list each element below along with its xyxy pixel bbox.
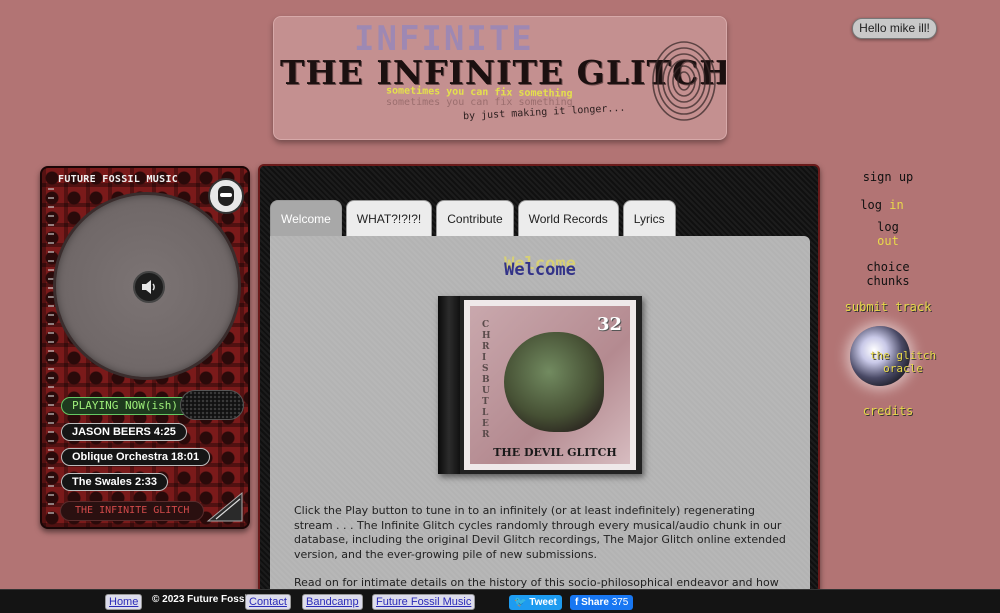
facebook-share-button[interactable]: f Share 375 [570,595,634,610]
player-footer-tag: THE INFINITE GLITCH [60,501,205,521]
tab-lyrics[interactable]: Lyrics [622,200,676,236]
submit-track-link[interactable]: submit track [836,300,940,314]
queue-track[interactable]: JASON BEERS 4:25 [61,423,187,441]
avatar-icon [208,178,244,214]
player-rail [48,188,54,518]
choice-chunks-link[interactable]: choice chunks [836,260,940,288]
tab-what[interactable]: WHAT?!?!?! [345,200,433,236]
footer-bandcamp-link[interactable]: Bandcamp [302,594,363,610]
log-in-word-1: log [860,198,882,212]
glitch-oracle-link[interactable]: the glitch oracle [868,349,938,375]
now-playing-label: PLAYING NOW(ish): [61,397,196,415]
choice-chunks-word-1: choice [866,260,910,274]
footer-bar: Home © 2023 Future Fossil Contact Bandca… [0,589,1000,613]
speaker-grille [180,390,244,420]
player-disc [53,192,241,380]
intro-paragraph: Click the Play button to tune in to an i… [294,504,786,561]
music-player: FUTURE FOSSIL MUSIC PLAYING NOW(ish): JA… [40,166,250,529]
queue-track[interactable]: The Swales 2:33 [61,473,168,491]
log-out-link[interactable]: log out [836,220,940,248]
speaker-icon [142,280,155,294]
tweet-button[interactable]: 🐦 Tweet [509,595,562,610]
tweet-label: Tweet [529,597,557,608]
log-out-word-1: log [877,220,899,234]
footer-contact-link[interactable]: Contact [245,594,291,610]
share-label: Share [581,597,609,608]
main-panel: Welcome WHAT?!?!?! Contribute World Reco… [258,164,820,604]
log-in-link[interactable]: log in [830,198,934,212]
welcome-panel: Welcome 32 CHRIS BUTLER THE DEVIL GLITCH… [270,236,810,604]
tab-welcome[interactable]: Welcome [270,200,342,236]
footer-future-fossil-link[interactable]: Future Fossil Music [372,594,476,610]
album-title: THE DEVIL GLITCH [493,446,617,459]
tab-contribute[interactable]: Contribute [436,200,514,236]
album-cover: 32 CHRIS BUTLER THE DEVIL GLITCH [438,296,642,474]
choice-chunks-word-2: chunks [866,274,910,288]
copyright-text: © 2023 Future Fossil [152,594,250,605]
tab-bar: Welcome WHAT?!?!?! Contribute World Reco… [270,200,676,236]
play-button[interactable] [133,271,165,303]
album-artist: CHRIS BUTLER [482,320,491,440]
sign-up-link[interactable]: sign up [836,170,940,184]
corner-logo-icon [206,491,243,522]
queue-track[interactable]: Oblique Orchestra 18:01 [61,448,211,466]
tab-world-records[interactable]: World Records [517,200,619,236]
credits-link[interactable]: credits [836,404,940,418]
player-brand: FUTURE FOSSIL MUSIC [58,174,179,185]
footer-home-link[interactable]: Home [105,594,143,610]
fingerprint-icon [652,41,716,121]
site-banner[interactable]: INFINITE THE INFINITE GLITCH sometimes y… [273,16,727,140]
log-out-word-2: out [877,234,899,248]
share-count: 375 [611,597,629,608]
user-greeting[interactable]: Hello mike ill! [852,18,937,39]
twitter-bird-icon: 🐦 [514,597,530,608]
welcome-heading: Welcome [504,260,576,280]
stamp-number: 32 [596,314,622,335]
log-in-word-2: in [889,198,904,212]
